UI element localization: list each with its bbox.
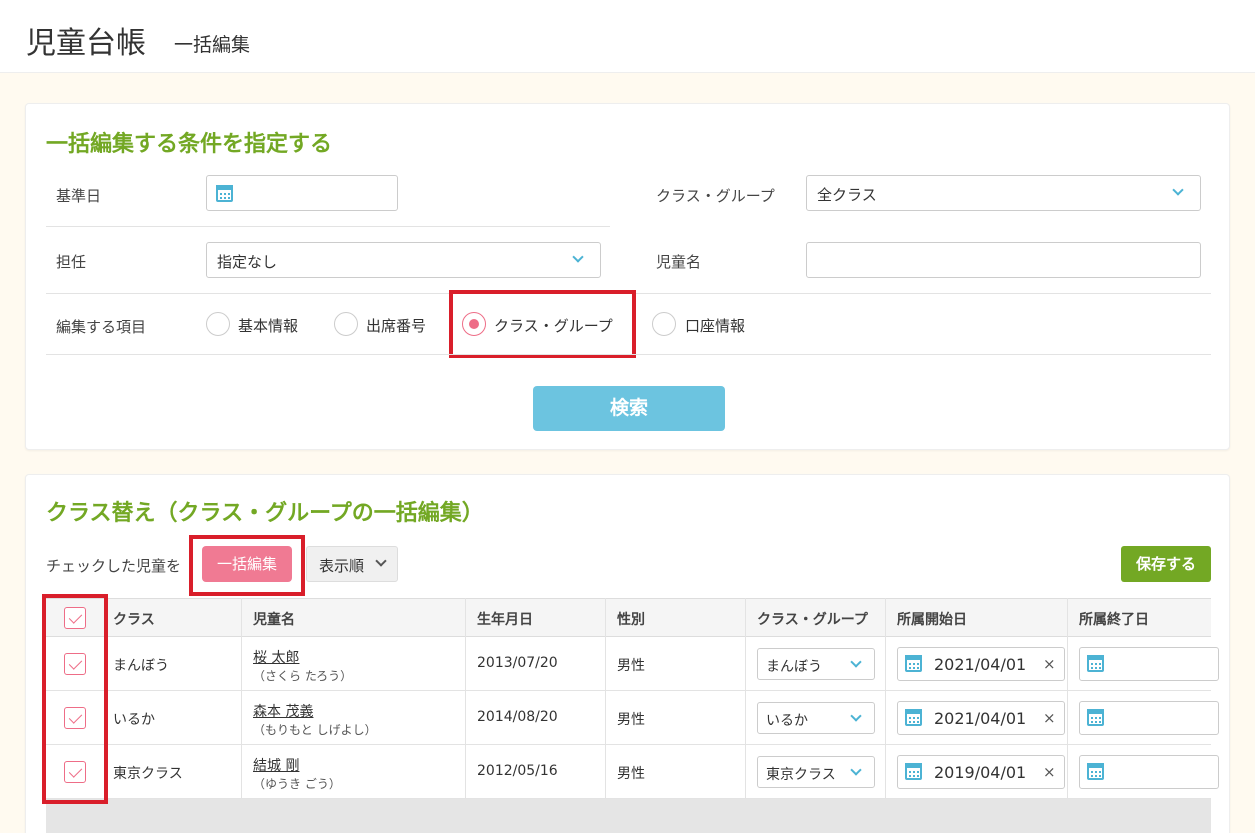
- end-date-input[interactable]: [1079, 647, 1219, 681]
- child-kana: （もりもと しげよし）: [253, 723, 377, 737]
- divider: [46, 354, 1211, 355]
- birth-date-cell: 2014/08/20: [477, 709, 558, 725]
- clear-icon[interactable]: ×: [1043, 763, 1056, 781]
- conditions-panel: 一括編集する条件を指定する 基準日 クラス・グループ 全クラス 担任 指定なし …: [25, 103, 1230, 450]
- radio-basic-info-label: 基本情報: [238, 317, 299, 335]
- class-group-select[interactable]: まんぼう: [757, 648, 875, 680]
- chevron-down-icon: [850, 710, 862, 722]
- child-name-link[interactable]: 桜 太郎: [253, 647, 299, 667]
- class-cell: まんぼう: [113, 658, 169, 674]
- save-button[interactable]: 保存する: [1121, 546, 1211, 582]
- calendar-icon: [1087, 763, 1104, 780]
- checked-children-text: チェックした児童を: [46, 557, 182, 575]
- bulk-edit-panel: クラス替え（クラス・グループの一括編集） チェックした児童を 一括編集 表示順 …: [25, 474, 1230, 833]
- display-order-button[interactable]: 表示順: [306, 546, 398, 582]
- end-date-input[interactable]: [1079, 701, 1219, 735]
- gender-cell: 男性: [617, 712, 645, 728]
- class-group-select[interactable]: いるか: [757, 702, 875, 734]
- column-header: 児童名: [253, 612, 295, 628]
- page-subtitle: 一括編集: [174, 34, 251, 56]
- conditions-title: 一括編集する条件を指定する: [46, 132, 333, 157]
- edit-item-label: 編集する項目: [56, 318, 147, 336]
- highlight-box: [42, 594, 108, 804]
- column-divider: [745, 598, 746, 799]
- column-divider: [241, 598, 242, 799]
- calendar-icon: [905, 655, 922, 672]
- class-cell: 東京クラス: [113, 766, 183, 782]
- page-title: 児童台帳: [26, 26, 146, 61]
- column-header: 所属終了日: [1079, 612, 1149, 628]
- teacher-label: 担任: [56, 253, 87, 271]
- start-date-input[interactable]: 2021/04/01 ×: [897, 701, 1065, 735]
- column-divider: [885, 598, 886, 799]
- divider: [46, 226, 610, 227]
- radio-account-info-label: 口座情報: [685, 317, 746, 335]
- highlight-box: [189, 535, 305, 596]
- chevron-down-icon: [572, 251, 584, 263]
- radio-basic-info[interactable]: [206, 312, 230, 336]
- table-row: 東京クラス 結城 剛 （ゆうき ごう） 2012/05/16 男性 東京クラス …: [46, 745, 1219, 799]
- calendar-icon: [1087, 709, 1104, 726]
- class-cell: いるか: [113, 712, 155, 728]
- chevron-down-icon: [375, 555, 387, 567]
- calendar-icon: [905, 763, 922, 780]
- child-name-input[interactable]: [806, 242, 1201, 278]
- birth-date-cell: 2012/05/16: [477, 763, 558, 779]
- base-date-input[interactable]: [206, 175, 398, 211]
- highlight-box: [449, 290, 636, 358]
- class-group-select[interactable]: 全クラス: [806, 175, 1201, 211]
- child-kana: （さくら たろう）: [253, 669, 353, 683]
- column-divider: [1067, 598, 1068, 799]
- start-date-input[interactable]: 2021/04/01 ×: [897, 647, 1065, 681]
- start-date-input[interactable]: 2019/04/01 ×: [897, 755, 1065, 789]
- radio-attendance-number[interactable]: [334, 312, 358, 336]
- class-group-select[interactable]: 東京クラス: [757, 756, 875, 788]
- radio-account-info[interactable]: [652, 312, 676, 336]
- birth-date-cell: 2013/07/20: [477, 655, 558, 671]
- column-divider: [605, 598, 606, 799]
- column-header: クラス・グループ: [757, 612, 868, 628]
- end-date-input[interactable]: [1079, 755, 1219, 789]
- search-button[interactable]: 検索: [533, 386, 725, 431]
- column-header: 所属開始日: [897, 612, 967, 628]
- page-header: 児童台帳 一括編集: [0, 0, 1255, 73]
- teacher-select[interactable]: 指定なし: [206, 242, 601, 278]
- column-header: 性別: [617, 612, 645, 628]
- chevron-down-icon: [850, 764, 862, 776]
- table-row: いるか 森本 茂義 （もりもと しげよし） 2014/08/20 男性 いるか …: [46, 691, 1219, 745]
- child-name-link[interactable]: 結城 剛: [253, 755, 299, 775]
- table-header: クラス 児童名 生年月日 性別 クラス・グループ 所属開始日 所属終了日: [46, 598, 1211, 637]
- clear-icon[interactable]: ×: [1043, 655, 1056, 673]
- clear-icon[interactable]: ×: [1043, 709, 1056, 727]
- calendar-icon: [216, 185, 233, 202]
- child-kana: （ゆうき ごう）: [253, 777, 341, 791]
- column-header: 生年月日: [477, 612, 533, 628]
- bulk-title: クラス替え（クラス・グループの一括編集）: [46, 501, 484, 526]
- table-row: まんぼう 桜 太郎 （さくら たろう） 2013/07/20 男性 まんぼう 2…: [46, 637, 1219, 691]
- chevron-down-icon: [1172, 184, 1184, 196]
- class-group-label: クラス・グループ: [656, 187, 775, 205]
- chevron-down-icon: [850, 656, 862, 668]
- children-table: クラス 児童名 生年月日 性別 クラス・グループ 所属開始日 所属終了日 まんぼ…: [42, 594, 1219, 833]
- column-divider: [465, 598, 466, 799]
- calendar-icon: [905, 709, 922, 726]
- column-header: クラス: [113, 612, 155, 628]
- calendar-icon: [1087, 655, 1104, 672]
- child-name-link[interactable]: 森本 茂義: [253, 701, 313, 721]
- gender-cell: 男性: [617, 658, 645, 674]
- radio-attendance-number-label: 出席番号: [366, 317, 427, 335]
- table-empty-area: [46, 799, 1211, 833]
- base-date-label: 基準日: [56, 187, 102, 205]
- gender-cell: 男性: [617, 766, 645, 782]
- child-name-label: 児童名: [656, 253, 702, 271]
